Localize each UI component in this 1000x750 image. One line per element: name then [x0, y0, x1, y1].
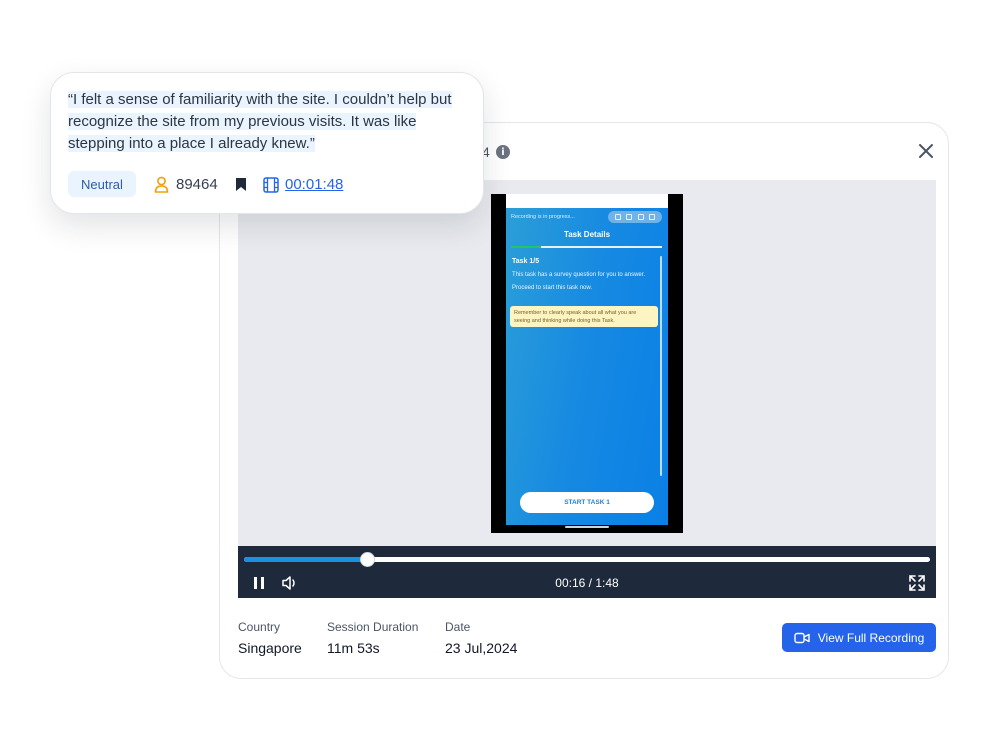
view-full-recording-label: View Full Recording: [817, 630, 925, 645]
phone-screen: Recording is in progress... Task Details…: [506, 208, 668, 525]
quote-popup: “I felt a sense of familiarity with the …: [50, 72, 484, 214]
progress-handle[interactable]: [360, 552, 376, 567]
recording-controls-pill: [608, 211, 662, 223]
player-controls: 00:16 / 1:48: [238, 546, 936, 598]
task-number: Task 1/5: [512, 258, 540, 265]
phone-home-indicator: [565, 526, 609, 528]
quote-timestamp-link[interactable]: 00:01:48: [285, 176, 343, 193]
info-icon[interactable]: i: [496, 145, 510, 159]
task-progress-active: [511, 246, 541, 248]
progress-fill: [244, 557, 368, 562]
date-label: Date: [445, 620, 471, 634]
start-task-button: START TASK 1: [520, 492, 654, 513]
quote-highlight: “I felt a sense of familiarity with the …: [68, 91, 452, 152]
bookmark-icon[interactable]: [235, 177, 247, 192]
phone-scrollbar: [660, 256, 662, 476]
recording-status-text: Recording is in progress...: [511, 214, 575, 220]
phone-status-bar: [506, 194, 668, 208]
task-description: This task has a survey question for you …: [512, 272, 646, 291]
date-value: 23 Jul,2024: [445, 640, 518, 656]
task-note: Remember to clearly speak about all what…: [510, 306, 658, 327]
video-camera-icon: [794, 632, 810, 643]
task-details-title: Task Details: [563, 230, 611, 239]
user-id: 89464: [176, 176, 218, 193]
user-icon: [154, 176, 169, 193]
duration-value: 11m 53s: [327, 640, 380, 656]
time-display: 00:16 / 1:48: [555, 576, 619, 590]
sentiment-badge: Neutral: [68, 171, 136, 197]
duration-label: Session Duration: [327, 620, 419, 634]
close-icon[interactable]: [915, 140, 937, 162]
progress-track[interactable]: [244, 557, 930, 562]
fullscreen-icon[interactable]: [908, 574, 926, 592]
quote-text: “I felt a sense of familiarity with the …: [68, 89, 473, 155]
country-value: Singapore: [238, 640, 302, 656]
film-icon: [263, 177, 279, 193]
view-full-recording-button[interactable]: View Full Recording: [782, 623, 936, 652]
country-label: Country: [238, 620, 281, 634]
